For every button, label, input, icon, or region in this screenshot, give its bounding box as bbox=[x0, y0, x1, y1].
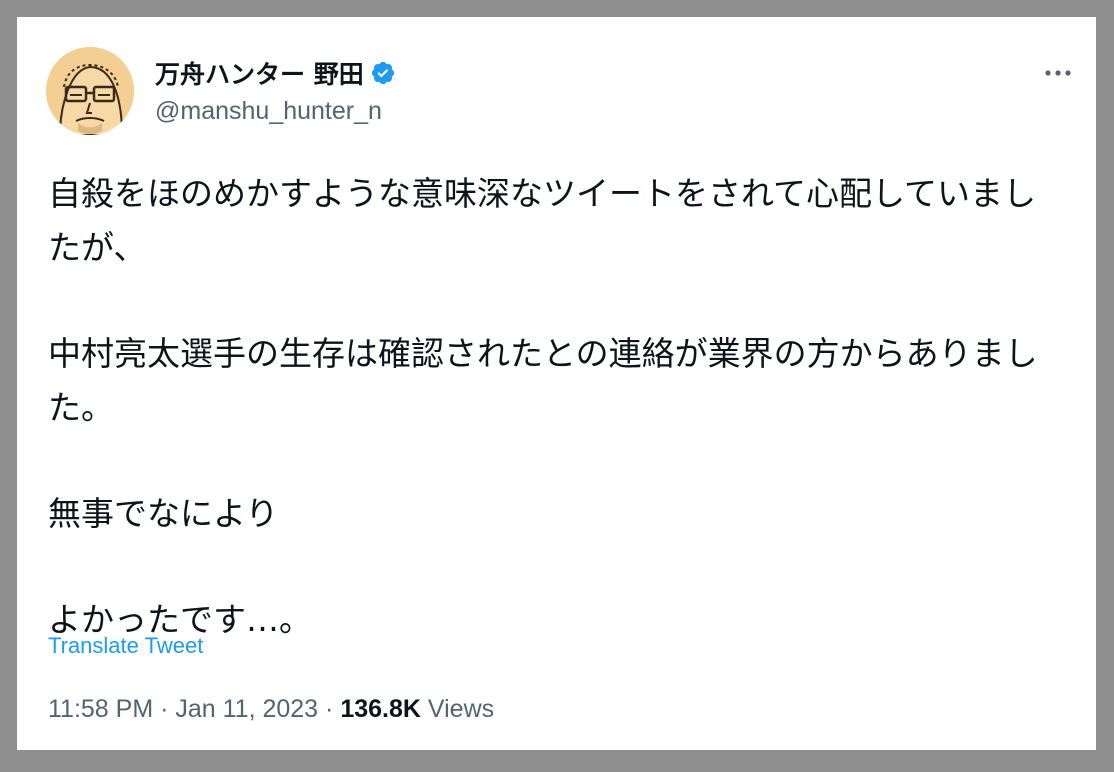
more-options-icon bbox=[1045, 70, 1071, 76]
verified-badge-icon bbox=[370, 60, 396, 86]
tweet-paragraph: 中村亮太選手の生存は確認されたとの連絡が業界の方からありました。 bbox=[48, 334, 1038, 427]
meta-separator: · bbox=[153, 695, 176, 723]
tweet-paragraph: 無事でなにより bbox=[48, 494, 279, 533]
tweet-text: 自殺をほのめかすような意味深なツイートをされて心配していましたが、 中村亮太選手… bbox=[48, 167, 1068, 647]
more-options-button[interactable] bbox=[1042, 57, 1074, 89]
author-handle[interactable]: @manshu_hunter_n bbox=[155, 97, 382, 126]
avatar[interactable] bbox=[46, 47, 134, 135]
tweet-date[interactable]: Jan 11, 2023 bbox=[175, 695, 318, 723]
views-label: Views bbox=[427, 695, 495, 723]
tweet-time[interactable]: 11:58 PM bbox=[48, 695, 153, 723]
views-count: 136.8K bbox=[340, 695, 421, 723]
meta-separator: · bbox=[318, 695, 341, 723]
tweet-meta: 11:58 PM · Jan 11, 2023 · 136.8K Views bbox=[48, 695, 494, 724]
tweet-paragraph: 自殺をほのめかすような意味深なツイートをされて心配していましたが、 bbox=[48, 174, 1037, 267]
author-display-name[interactable]: 万舟ハンター 野田 bbox=[155, 55, 364, 91]
author-name-row[interactable]: 万舟ハンター 野田 bbox=[155, 56, 396, 90]
translate-tweet-link[interactable]: Translate Tweet bbox=[48, 633, 203, 659]
avatar-cartoon-face-icon bbox=[46, 47, 134, 135]
tweet-card: 万舟ハンター 野田 @manshu_hunter_n 自殺をほのめかすような意味… bbox=[17, 17, 1096, 750]
